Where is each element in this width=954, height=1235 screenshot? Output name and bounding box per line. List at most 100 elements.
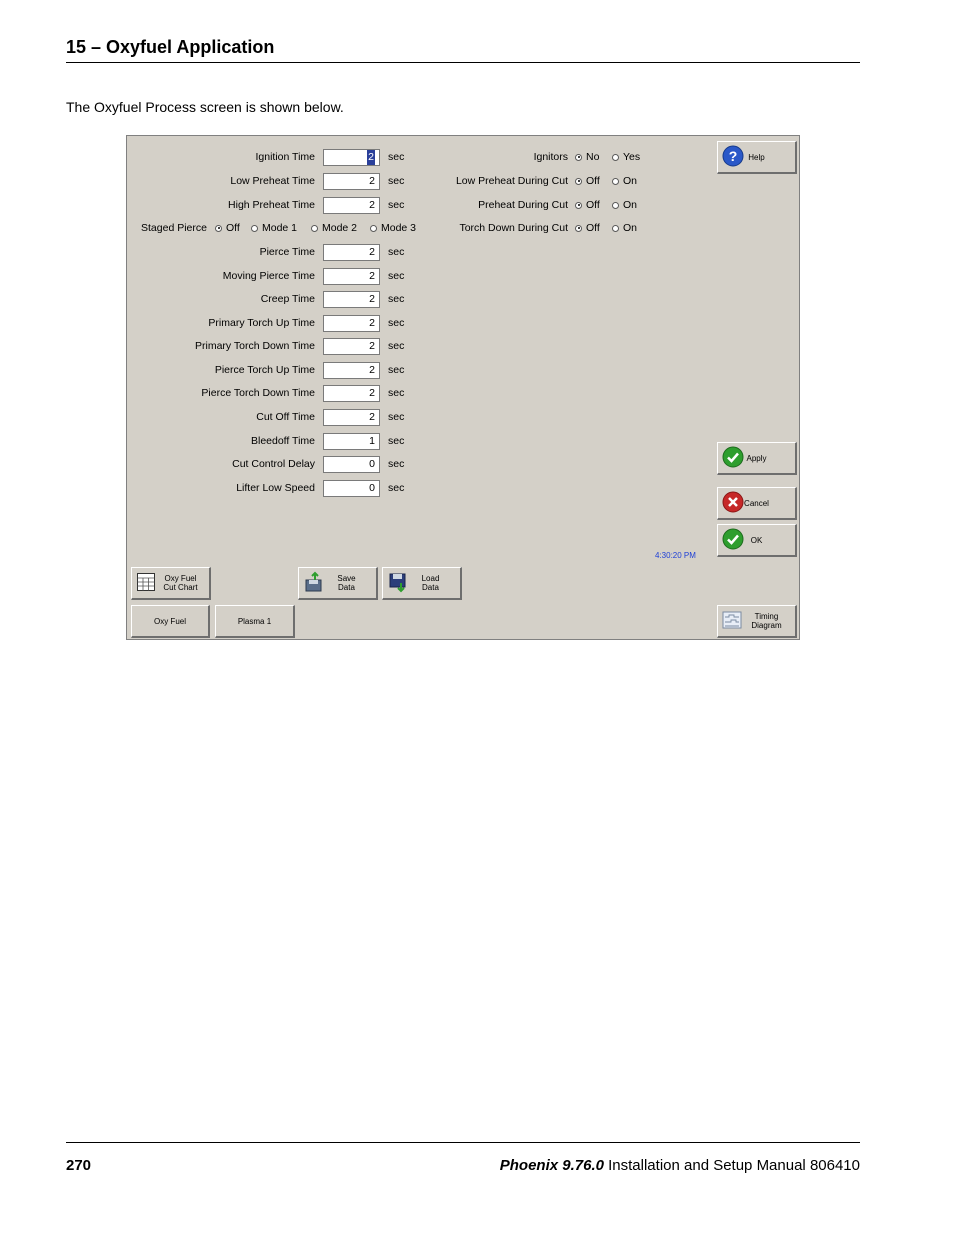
help-button[interactable]: ? Help: [717, 141, 797, 174]
radio-dot-icon: [575, 177, 582, 185]
product-name: Phoenix 9.76.0: [499, 1157, 604, 1174]
time-input[interactable]: 2: [323, 244, 380, 261]
intro-text: The Oxyfuel Process screen is shown belo…: [66, 99, 344, 115]
radio-dot-icon: [612, 177, 619, 185]
option-radio[interactable]: Yes: [612, 151, 640, 163]
time-input-value: 2: [369, 364, 375, 376]
footer-rule: [66, 1142, 860, 1143]
plasma-1-tab[interactable]: Plasma 1: [215, 605, 295, 638]
time-input-value: 2: [369, 199, 375, 211]
table-icon: [136, 572, 156, 594]
option-radio[interactable]: On: [612, 199, 637, 211]
time-input-value: 2: [369, 246, 375, 258]
radio-dot-icon: [370, 224, 377, 232]
field-label: Primary Torch Up Time: [208, 317, 315, 329]
radio-dot-icon: [215, 224, 222, 232]
timing-diagram-icon: [722, 611, 742, 631]
oxy-fuel-tab-label: Oxy Fuel: [153, 616, 186, 626]
oxy-fuel-cut-chart-label: Oxy Fuel Cut Chart: [163, 574, 198, 592]
time-input[interactable]: 2: [323, 291, 380, 308]
chapter-heading: 15 – Oxyfuel Application: [66, 37, 275, 57]
ok-button[interactable]: OK: [717, 524, 797, 557]
time-input[interactable]: 2: [323, 338, 380, 355]
option-label: Preheat During Cut: [478, 199, 568, 211]
field-label: Low Preheat Time: [230, 175, 315, 187]
time-input[interactable]: 0: [323, 480, 380, 497]
oxy-fuel-cut-chart-button[interactable]: Oxy Fuel Cut Chart: [131, 567, 211, 600]
oxy-fuel-tab[interactable]: Oxy Fuel: [131, 605, 210, 638]
time-input[interactable]: 2: [323, 149, 380, 166]
option-radio[interactable]: Off: [575, 175, 600, 187]
time-input[interactable]: 0: [323, 456, 380, 473]
field-label: Pierce Torch Down Time: [201, 387, 315, 399]
time-input[interactable]: 2: [323, 409, 380, 426]
radio-dot-icon: [575, 224, 582, 232]
load-data-label: Load Data: [421, 574, 440, 592]
save-data-label: Save Data: [337, 574, 356, 592]
unit-label: sec: [388, 364, 405, 376]
footer-title: Phoenix 9.76.0 Installation and Setup Ma…: [500, 1157, 860, 1174]
radio-dot-icon: [612, 201, 619, 209]
clock-readout: 4:30:20 PM: [655, 551, 696, 560]
time-input-value: 2: [369, 317, 375, 329]
time-input[interactable]: 1: [323, 433, 380, 450]
cancel-label: Cancel: [744, 498, 769, 508]
time-input-value: 2: [367, 150, 375, 165]
load-data-button[interactable]: Load Data: [382, 567, 462, 600]
option-radio[interactable]: On: [612, 222, 637, 234]
time-input[interactable]: 2: [323, 197, 380, 214]
time-input-value: 0: [369, 458, 375, 470]
field-label: Cut Control Delay: [232, 458, 315, 470]
option-label: Torch Down During Cut: [459, 222, 568, 234]
radio-label: Mode 3: [381, 222, 417, 234]
header-rule: [66, 62, 860, 63]
ok-label: OK: [750, 535, 763, 545]
option-label: Ignitors: [533, 151, 568, 163]
cancel-button[interactable]: Cancel: [717, 487, 797, 520]
apply-button[interactable]: Apply: [717, 442, 797, 475]
option-radio[interactable]: No: [575, 151, 599, 163]
staged-pierce-label: Staged Pierce: [141, 222, 207, 234]
time-input-value: 2: [369, 411, 375, 423]
time-input[interactable]: 2: [323, 362, 380, 379]
checkmark-icon: [722, 446, 744, 470]
radio-label: Off: [586, 222, 600, 234]
staged-pierce-radio[interactable]: Mode 3: [370, 222, 416, 234]
time-input[interactable]: 2: [323, 173, 380, 190]
page-number: 270: [66, 1157, 92, 1174]
staged-pierce-radio[interactable]: Mode 2: [311, 222, 357, 234]
time-input[interactable]: 2: [323, 385, 380, 402]
checkmark-icon: [722, 528, 744, 552]
option-radio[interactable]: Off: [575, 222, 600, 234]
save-icon: [303, 571, 325, 595]
field-label: Bleedoff Time: [250, 435, 315, 447]
plasma-1-tab-label: Plasma 1: [237, 616, 272, 626]
time-input[interactable]: 2: [323, 268, 380, 285]
radio-dot-icon: [251, 224, 258, 232]
help-label: Help: [748, 152, 765, 162]
field-label: Pierce Torch Up Time: [214, 364, 315, 376]
field-label: Creep Time: [260, 293, 315, 305]
option-label: Low Preheat During Cut: [455, 175, 568, 187]
unit-label: sec: [388, 151, 405, 163]
radio-label: On: [623, 222, 638, 234]
time-input[interactable]: 2: [323, 315, 380, 332]
unit-label: sec: [388, 293, 405, 305]
save-data-button[interactable]: Save Data: [298, 567, 378, 600]
option-radio[interactable]: On: [612, 175, 637, 187]
cancel-icon: [722, 491, 744, 515]
unit-label: sec: [388, 435, 405, 447]
staged-pierce-radio[interactable]: Mode 1: [251, 222, 297, 234]
radio-label: Yes: [623, 151, 641, 163]
radio-label: On: [623, 199, 638, 211]
time-input-value: 1: [369, 435, 375, 447]
radio-dot-icon: [575, 153, 582, 161]
unit-label: sec: [388, 387, 405, 399]
option-radio[interactable]: Off: [575, 199, 600, 211]
unit-label: sec: [388, 340, 405, 352]
radio-dot-icon: [575, 201, 582, 209]
field-label: Moving Pierce Time: [222, 270, 315, 282]
staged-pierce-radio[interactable]: Off: [215, 222, 240, 234]
document-number: 806410: [809, 1157, 860, 1174]
timing-diagram-button[interactable]: Timing Diagram: [717, 605, 797, 638]
